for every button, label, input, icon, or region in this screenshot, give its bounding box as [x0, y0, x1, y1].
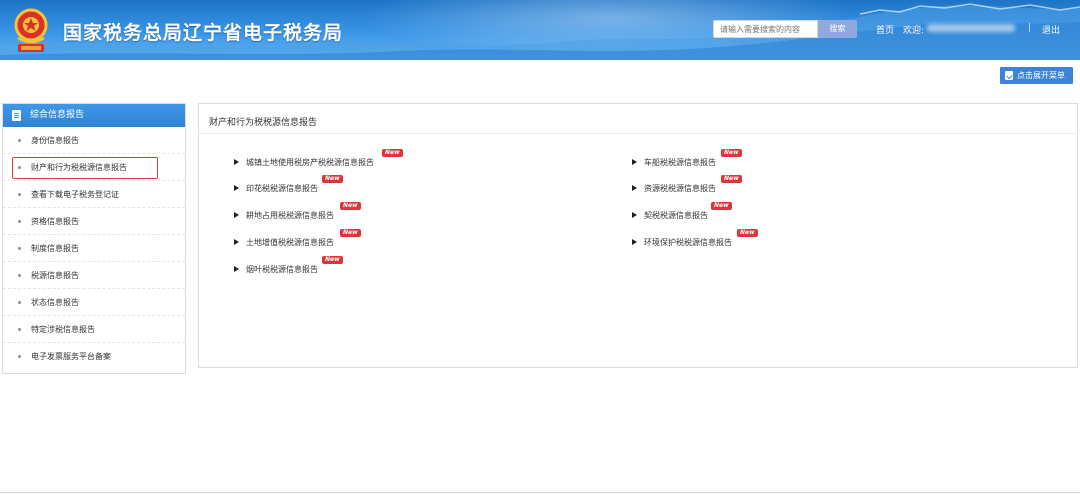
sidebar-item-status[interactable]: 状态信息报告 [3, 289, 185, 316]
report-label: 烟叶税税源信息报告 [246, 265, 318, 274]
sidebar-item-label: 税源信息报告 [31, 271, 79, 280]
triangle-right-icon [234, 185, 239, 191]
triangle-right-icon [632, 239, 637, 245]
report-link-environmental-protection-tax[interactable]: 环境保护税税源信息报告 [632, 237, 732, 248]
welcome-label: 欢迎: [903, 26, 925, 36]
report-label: 契税税源信息报告 [644, 211, 708, 220]
sidebar-item-label: 身份信息报告 [31, 136, 79, 145]
sidebar-item-label: 制度信息报告 [31, 244, 79, 253]
expand-menu-button[interactable]: 点击展开菜单 [1000, 67, 1073, 84]
sidebar-item-label: 查看下载电子税务登记证 [31, 190, 119, 199]
report-link-vehicle-vessel-tax[interactable]: 车船税税源信息报告 [632, 157, 716, 168]
triangle-right-icon [234, 159, 239, 165]
report-label: 印花税税源信息报告 [246, 184, 318, 193]
report-link-farmland-occupation-tax[interactable]: 耕地占用税税源信息报告 [234, 210, 334, 221]
divider [199, 133, 1077, 134]
sidebar-item-label: 资格信息报告 [31, 217, 79, 226]
report-link-urban-land-property-tax[interactable]: 城镇土地使用税房产税税源信息报告 [234, 157, 374, 168]
sidebar-item-label: 状态信息报告 [31, 298, 79, 307]
report-link-resource-tax[interactable]: 资源税税源信息报告 [632, 183, 716, 194]
new-badge: New [737, 229, 758, 237]
bullet-dot-icon [18, 220, 21, 223]
new-badge: New [340, 229, 361, 237]
bullet-dot-icon [18, 247, 21, 250]
site-title: 国家税务总局辽宁省电子税务局 [63, 22, 344, 44]
header-separator: | [1028, 23, 1032, 33]
expand-icon [1005, 71, 1013, 80]
triangle-right-icon [234, 266, 239, 272]
sidebar-header-label: 综合信息报告 [30, 110, 85, 120]
sidebar-item-qualification[interactable]: 资格信息报告 [3, 208, 185, 235]
triangle-right-icon [632, 159, 637, 165]
user-name-redacted [927, 24, 1015, 32]
report-link-tobacco-leaf-tax[interactable]: 烟叶税税源信息报告 [234, 264, 318, 275]
search-input[interactable] [713, 20, 818, 38]
new-badge: New [711, 202, 732, 210]
bullet-dot-icon [18, 139, 21, 142]
sidebar-item-system[interactable]: 制度信息报告 [3, 235, 185, 262]
report-link-stamp-tax[interactable]: 印花税税源信息报告 [234, 183, 318, 194]
sidebar: 综合信息报告 身份信息报告 财产和行为税税源信息报告 查看下载电子税务登记证 资… [2, 103, 186, 374]
home-link[interactable]: 首页 [876, 23, 894, 36]
report-label: 资源税税源信息报告 [644, 184, 716, 193]
triangle-right-icon [632, 212, 637, 218]
main-panel: 财产和行为税税源信息报告 城镇土地使用税房产税税源信息报告 New 印花税税源信… [198, 103, 1078, 368]
report-label: 环境保护税税源信息报告 [644, 238, 732, 247]
report-label: 城镇土地使用税房产税税源信息报告 [246, 158, 374, 167]
report-label: 耕地占用税税源信息报告 [246, 211, 334, 220]
report-label: 车船税税源信息报告 [644, 158, 716, 167]
sidebar-header[interactable]: 综合信息报告 [3, 104, 185, 127]
triangle-right-icon [234, 239, 239, 245]
new-badge: New [322, 175, 343, 183]
triangle-right-icon [632, 185, 637, 191]
expand-menu-label: 点击展开菜单 [1017, 71, 1065, 80]
bullet-dot-icon [18, 193, 21, 196]
search-button[interactable]: 搜索 [818, 20, 857, 38]
report-link-deed-tax[interactable]: 契税税源信息报告 [632, 210, 708, 221]
new-badge: New [322, 256, 343, 264]
page-title: 财产和行为税税源信息报告 [209, 118, 318, 128]
sidebar-item-label: 电子发票服务平台备案 [31, 352, 111, 361]
sidebar-item-tax-registration-cert[interactable]: 查看下载电子税务登记证 [3, 181, 185, 208]
report-label: 土地增值税税源信息报告 [246, 238, 334, 247]
new-badge: New [382, 149, 403, 157]
sidebar-item-e-invoice-filing[interactable]: 电子发票服务平台备案 [3, 343, 185, 370]
tax-emblem-icon [12, 6, 50, 54]
bullet-dot-icon [18, 166, 21, 169]
sidebar-item-property-behavior-tax[interactable]: 财产和行为税税源信息报告 [3, 154, 185, 181]
triangle-right-icon [234, 212, 239, 218]
new-badge: New [721, 175, 742, 183]
bullet-dot-icon [18, 274, 21, 277]
active-highlight-frame [12, 157, 158, 179]
bullet-dot-icon [18, 355, 21, 358]
bullet-dot-icon [18, 328, 21, 331]
document-icon [12, 110, 21, 121]
new-badge: New [340, 202, 361, 210]
bullet-dot-icon [18, 301, 21, 304]
site-header: 国家税务总局辽宁省电子税务局 搜索 首页 欢迎: | 退出 [0, 0, 1080, 60]
sidebar-item-tax-source[interactable]: 税源信息报告 [3, 262, 185, 289]
sidebar-item-identity[interactable]: 身份信息报告 [3, 127, 185, 154]
logout-link[interactable]: 退出 [1042, 23, 1060, 36]
new-badge: New [721, 149, 742, 157]
page-bottom-border [0, 492, 1080, 493]
sidebar-item-label: 特定涉税信息报告 [31, 325, 95, 334]
report-link-land-value-added-tax[interactable]: 土地增值税税源信息报告 [234, 237, 334, 248]
sidebar-item-specific-tax[interactable]: 特定涉税信息报告 [3, 316, 185, 343]
